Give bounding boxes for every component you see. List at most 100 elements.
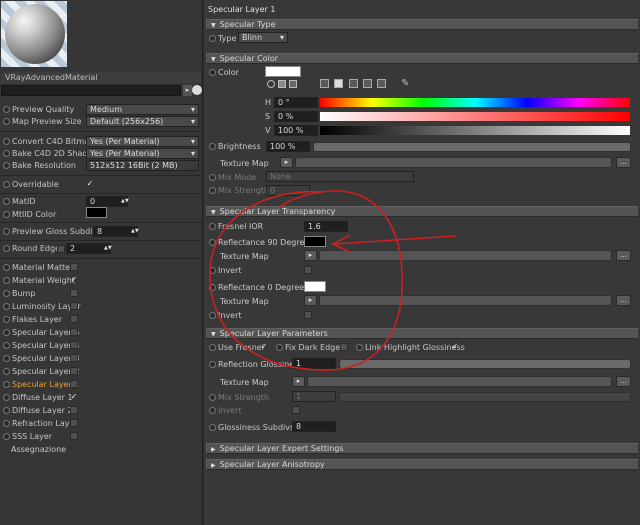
radio-icon[interactable] (3, 290, 10, 297)
use-fresnel-checkbox[interactable]: ✓ (260, 343, 268, 351)
radio-icon[interactable] (3, 355, 10, 362)
radio-icon[interactable] (3, 368, 10, 375)
texture-map-field[interactable] (307, 376, 612, 387)
hue-input[interactable]: 0 ° (274, 97, 318, 108)
radio-icon[interactable] (356, 344, 363, 351)
radio-icon[interactable] (209, 284, 216, 291)
reflectance-90-swatch[interactable] (304, 236, 326, 247)
radio-icon[interactable] (3, 420, 10, 427)
fresnel-ior-input[interactable]: 1.6 (304, 221, 348, 232)
layer-checkbox[interactable]: ✓ (70, 276, 78, 284)
swatches-mode-icon[interactable] (377, 79, 386, 88)
texture-map-arrow-button[interactable]: ▸ (280, 157, 293, 168)
hsv-mode-icon[interactable] (334, 79, 343, 88)
layer-checkbox[interactable] (70, 341, 78, 349)
layer-checkbox[interactable] (70, 302, 78, 310)
layer-checkbox[interactable] (70, 406, 78, 414)
layer-checkbox[interactable] (70, 315, 78, 323)
reset-button[interactable] (192, 85, 202, 95)
section-specular-layer-anisotropy[interactable]: ▶ Specular Layer Anisotropy (206, 459, 638, 470)
bake-resolution-value[interactable]: 512x512 16Bit (2 MB) (86, 160, 199, 171)
mix-strength-input[interactable]: 1 (292, 391, 336, 402)
overridable-checkbox[interactable]: ✓ (86, 180, 94, 188)
invert-checkbox[interactable] (304, 266, 312, 274)
spinner-arrows-icon[interactable]: ▲▼ (104, 243, 112, 254)
radio-icon[interactable] (209, 239, 216, 246)
type-dropdown[interactable]: Blinn (238, 32, 288, 43)
radio-icon[interactable] (3, 407, 10, 414)
hue-slider[interactable] (320, 98, 630, 107)
saturation-slider[interactable] (320, 112, 630, 121)
reflectance-0-swatch[interactable] (304, 281, 326, 292)
radio-icon[interactable] (209, 344, 216, 351)
radio-icon[interactable] (209, 174, 216, 181)
section-specular-type[interactable]: ▼ Specular Type (206, 19, 638, 30)
spinner-arrows-icon[interactable]: ▲▼ (131, 226, 139, 237)
material-name[interactable]: VRayAdvancedMaterial (1, 72, 201, 83)
glossiness-subdivs-input[interactable]: 8 (292, 421, 336, 432)
map-preview-size-dropdown[interactable]: Default (256x256) (86, 116, 199, 127)
spectrum-icon[interactable] (278, 80, 286, 88)
assegnazione-row[interactable]: Assegnazione (11, 444, 66, 455)
radio-icon[interactable] (3, 264, 10, 271)
radio-icon[interactable] (3, 342, 10, 349)
radio-icon[interactable] (209, 187, 216, 194)
reflection-glossiness-input[interactable]: 1 (292, 358, 336, 369)
section-specular-color[interactable]: ▼ Specular Color (206, 53, 638, 64)
radio-icon[interactable] (3, 245, 10, 252)
texture-map-arrow-button[interactable]: ▸ (304, 250, 317, 261)
radio-icon[interactable] (209, 424, 216, 431)
mix-strength-slider[interactable] (339, 392, 631, 402)
reflection-glossiness-slider[interactable] (339, 359, 631, 369)
mixer-mode-icon[interactable] (363, 79, 372, 88)
fix-dark-edges-checkbox[interactable] (340, 343, 348, 351)
invert-checkbox[interactable] (292, 406, 300, 414)
texture-map-arrow-button[interactable]: ▸ (292, 376, 305, 387)
layer-checkbox[interactable] (70, 263, 78, 271)
texture-map-browse-button[interactable]: ... (616, 157, 631, 168)
radio-icon[interactable] (3, 228, 10, 235)
material-name-field[interactable] (1, 85, 181, 96)
texture-map-browse-button[interactable]: ... (616, 295, 631, 306)
color-wheel-icon[interactable] (267, 80, 275, 88)
texture-map-browse-button[interactable]: ... (616, 250, 631, 261)
texture-map-field[interactable] (319, 250, 612, 261)
radio-icon[interactable] (3, 394, 10, 401)
radio-icon[interactable] (209, 267, 216, 274)
radio-icon[interactable] (3, 433, 10, 440)
radio-icon[interactable] (3, 198, 10, 205)
matid-color-swatch[interactable] (86, 207, 107, 218)
value-input[interactable]: 100 % (274, 125, 318, 136)
layer-checkbox[interactable] (70, 380, 78, 388)
radio-icon[interactable] (3, 150, 10, 157)
preview-quality-dropdown[interactable]: Medium (86, 104, 199, 115)
bake-c4d-2d-shaders-dropdown[interactable]: Yes (Per Material) (86, 148, 199, 159)
eyedropper-icon[interactable]: ✎ (401, 79, 409, 89)
radio-icon[interactable] (3, 118, 10, 125)
invert-checkbox[interactable] (304, 311, 312, 319)
specular-color-swatch[interactable] (265, 66, 301, 77)
material-preview[interactable] (1, 1, 67, 67)
brightness-input[interactable]: 100 % (266, 141, 310, 152)
value-slider[interactable] (320, 126, 630, 135)
section-specular-layer-transparency[interactable]: ▼ Specular Layer Transparency (206, 206, 638, 217)
radio-icon[interactable] (209, 223, 216, 230)
link-highlight-checkbox[interactable]: ✓ (451, 343, 459, 351)
layer-checkbox[interactable] (70, 419, 78, 427)
brightness-slider[interactable] (313, 142, 631, 152)
mix-mode-dropdown[interactable]: None (266, 171, 414, 182)
radio-icon[interactable] (3, 138, 10, 145)
kelvin-mode-icon[interactable] (349, 79, 358, 88)
radio-icon[interactable] (3, 329, 10, 336)
radio-icon[interactable] (3, 316, 10, 323)
texture-map-field[interactable] (295, 157, 612, 168)
convert-c4d-bitmaps-dropdown[interactable]: Yes (Per Material) (86, 136, 199, 147)
radio-icon[interactable] (209, 394, 216, 401)
radio-icon[interactable] (3, 303, 10, 310)
round-edges-checkbox[interactable] (57, 245, 65, 253)
radio-icon[interactable] (3, 181, 10, 188)
picture-icon[interactable] (289, 80, 297, 88)
layer-checkbox[interactable] (70, 432, 78, 440)
layer-checkbox[interactable] (70, 328, 78, 336)
texture-map-browse-button[interactable]: ... (616, 376, 631, 387)
